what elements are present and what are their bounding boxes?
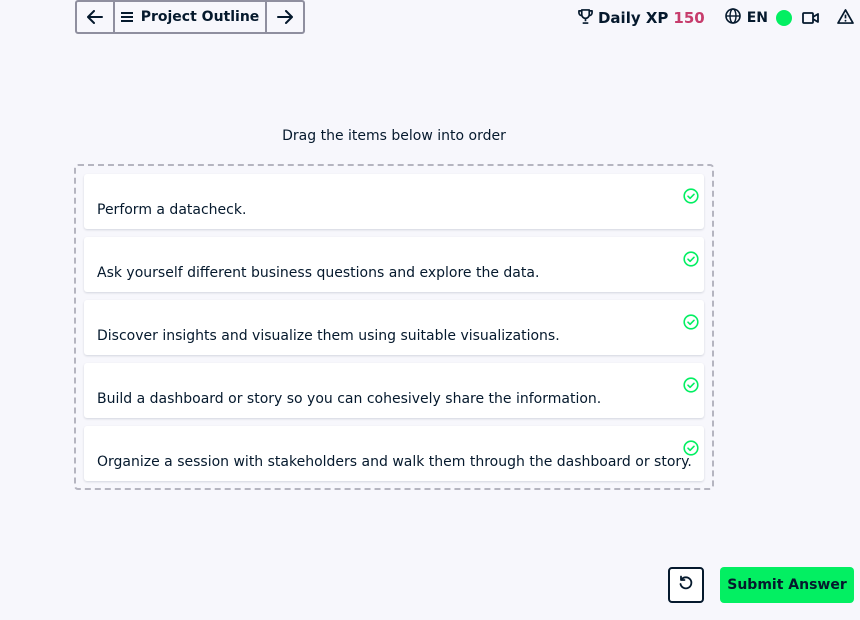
daily-xp[interactable]: Daily XP 150 <box>578 8 705 28</box>
globe-icon <box>724 8 741 28</box>
report-issue-button[interactable] <box>837 8 854 28</box>
arrow-right-icon <box>277 10 293 24</box>
language-selector[interactable]: EN <box>724 8 768 28</box>
language-label: EN <box>746 10 768 26</box>
draggable-item[interactable]: Perform a datacheck. <box>84 174 704 229</box>
project-outline-label: Project Outline <box>140 9 260 25</box>
trophy-icon <box>578 8 593 28</box>
item-text: Build a dashboard or story so you can co… <box>97 391 602 407</box>
draggable-item[interactable]: Build a dashboard or story so you can co… <box>84 363 704 418</box>
hamburger-icon <box>120 12 133 22</box>
video-button[interactable] <box>802 9 819 28</box>
project-outline-button[interactable]: Project Outline <box>113 2 267 32</box>
warning-triangle-icon <box>837 8 854 28</box>
draggable-item[interactable]: Organize a session with stakeholders and… <box>84 426 704 481</box>
check-circle-icon <box>683 251 699 271</box>
previous-button[interactable] <box>77 2 113 32</box>
next-button[interactable] <box>267 2 303 32</box>
check-circle-icon <box>683 377 699 397</box>
item-text: Discover insights and visualize them usi… <box>97 328 560 344</box>
daily-xp-value: 150 <box>673 9 705 27</box>
drag-drop-list: Perform a datacheck. Ask yourself differ… <box>74 164 714 490</box>
check-circle-icon <box>683 314 699 334</box>
draggable-item[interactable]: Ask yourself different business question… <box>84 237 704 292</box>
reset-button[interactable] <box>668 567 704 603</box>
check-circle-icon <box>683 188 699 208</box>
draggable-item[interactable]: Discover insights and visualize them usi… <box>84 300 704 355</box>
item-text: Ask yourself different business question… <box>97 265 540 281</box>
header-toolbar: Daily XP 150 EN <box>578 0 860 36</box>
video-camera-icon <box>802 9 819 28</box>
undo-icon <box>678 575 694 595</box>
exercise-instructions: Drag the items below into order <box>282 128 506 144</box>
arrow-left-icon <box>87 10 103 24</box>
connection-status-indicator <box>776 10 792 26</box>
check-circle-icon <box>683 440 699 460</box>
exercise-nav: Project Outline <box>75 0 305 34</box>
item-text: Organize a session with stakeholders and… <box>97 454 692 470</box>
submit-answer-button[interactable]: Submit Answer <box>720 567 854 603</box>
item-text: Perform a datacheck. <box>97 202 247 218</box>
daily-xp-label: Daily XP <box>597 9 669 27</box>
